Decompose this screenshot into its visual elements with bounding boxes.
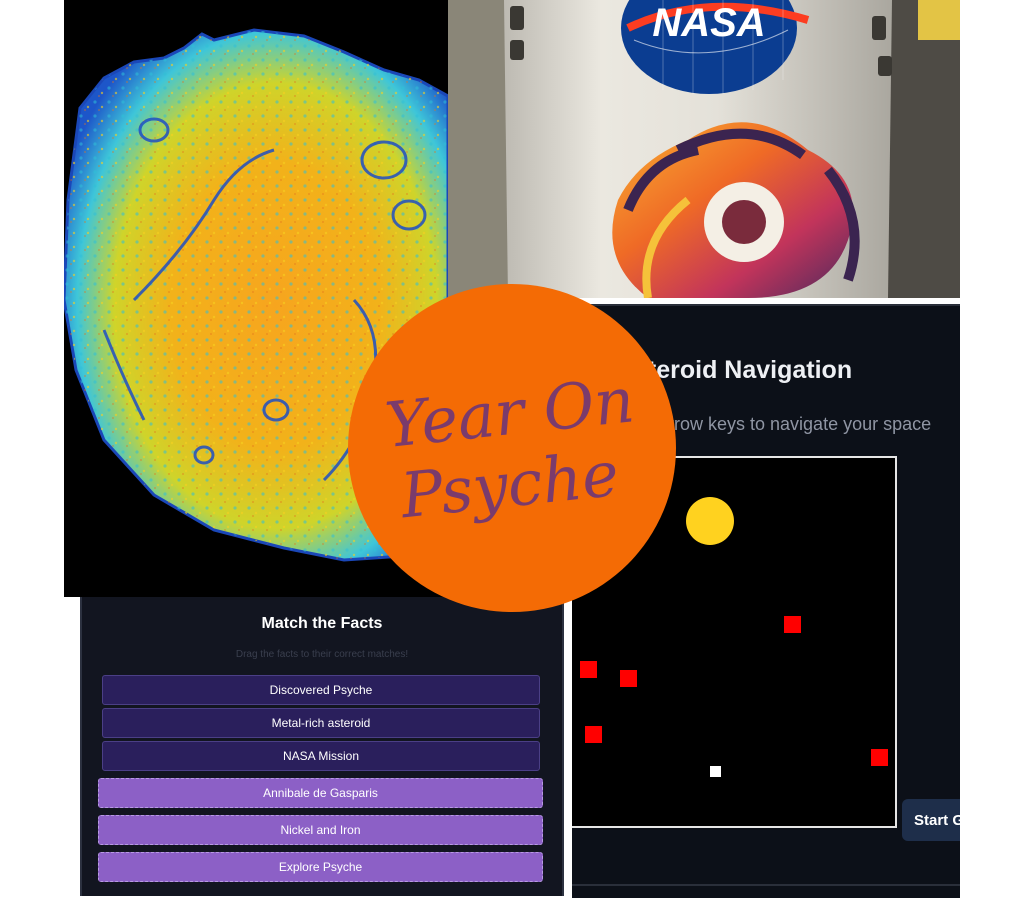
asteroid-obstacle: [585, 726, 602, 743]
answer-drop-target[interactable]: Nickel and Iron: [98, 815, 543, 845]
asteroid-obstacle: [620, 670, 637, 687]
match-facts-title: Match the Facts: [261, 615, 383, 632]
player-spaceship[interactable]: [710, 766, 721, 777]
panel-divider: [572, 884, 960, 886]
nasa-logo-text: NASA: [652, 1, 765, 45]
start-game-button[interactable]: Start G: [902, 799, 960, 841]
fact-card[interactable]: NASA Mission: [102, 741, 540, 771]
fact-card[interactable]: Discovered Psyche: [102, 675, 540, 705]
asteroid-obstacle: [784, 616, 801, 633]
rocket-fairing-image: NASA: [448, 0, 960, 298]
match-facts-subtitle: Drag the facts to their correct matches!: [235, 649, 409, 660]
answer-drop-target[interactable]: Annibale de Gasparis: [98, 778, 543, 808]
year-on-psyche-badge: Year On Psyche: [348, 284, 676, 612]
match-facts-panel: Match the Facts Drag the facts to their …: [80, 597, 564, 896]
navigation-game-instructions: rrow keys to navigate your space: [668, 414, 932, 434]
answer-drop-target[interactable]: Explore Psyche: [98, 852, 543, 882]
asteroid-obstacle: [871, 749, 888, 766]
target-planet: [686, 497, 734, 545]
fact-card[interactable]: Metal-rich asteroid: [102, 708, 540, 738]
asteroid-obstacle: [580, 661, 597, 678]
